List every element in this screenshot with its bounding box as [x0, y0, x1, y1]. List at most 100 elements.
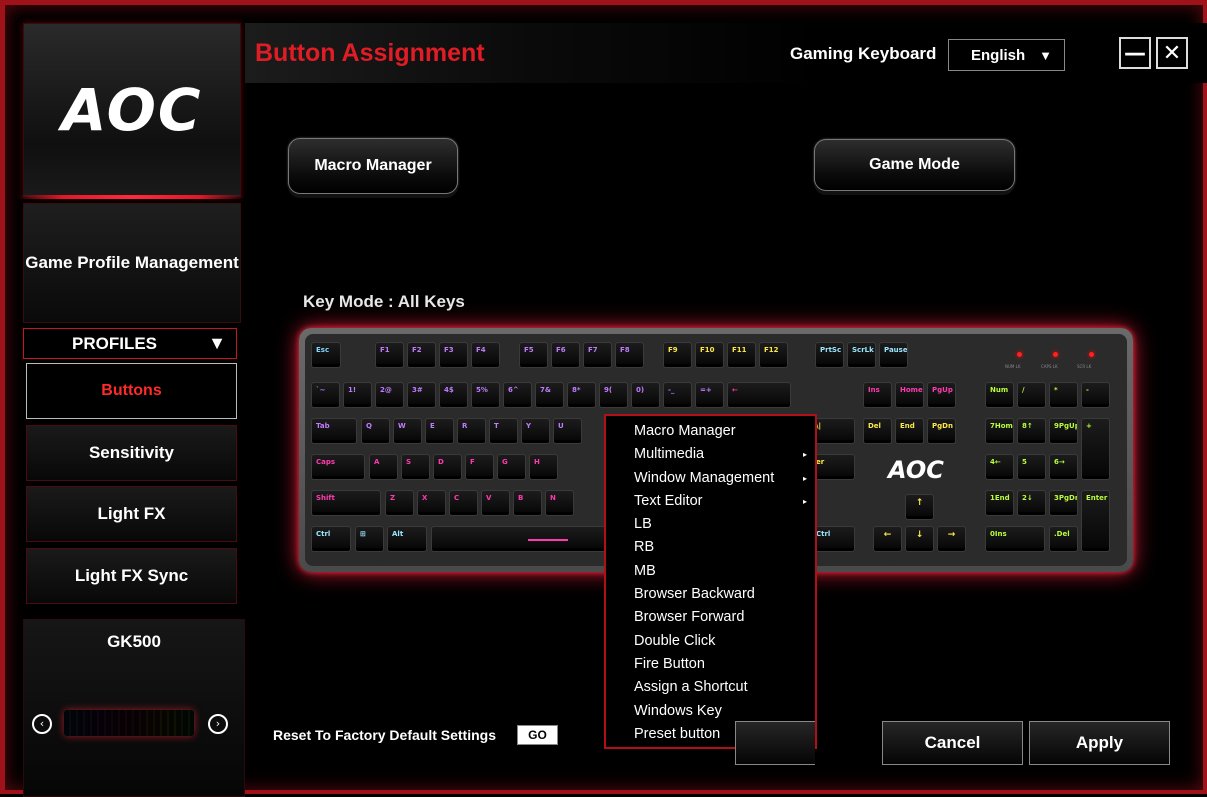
- keyboard-key[interactable]: .Del: [1049, 526, 1078, 552]
- menu-item[interactable]: MB: [606, 560, 815, 583]
- keyboard-key[interactable]: Enter: [1081, 490, 1110, 552]
- keyboard-key[interactable]: F8: [615, 342, 644, 368]
- keyboard-key[interactable]: 8↑: [1017, 418, 1046, 444]
- keyboard-key[interactable]: Ctrl: [311, 526, 351, 552]
- apply-button[interactable]: Apply: [1029, 721, 1170, 765]
- keyboard-key[interactable]: A: [369, 454, 398, 480]
- keyboard-key[interactable]: /: [1017, 382, 1046, 408]
- previous-device-icon[interactable]: ‹: [32, 714, 52, 734]
- arrow-left-key[interactable]: ←: [873, 526, 902, 552]
- keyboard-key[interactable]: End: [895, 418, 924, 444]
- keyboard-key[interactable]: H: [529, 454, 558, 480]
- arrow-down-key[interactable]: ↓: [905, 526, 934, 552]
- keyboard-key[interactable]: G: [497, 454, 526, 480]
- keyboard-key[interactable]: F: [465, 454, 494, 480]
- keyboard-key[interactable]: 7&: [535, 382, 564, 408]
- keyboard-key[interactable]: PrtSc: [815, 342, 844, 368]
- keyboard-key[interactable]: N: [545, 490, 574, 516]
- keyboard-key[interactable]: F10: [695, 342, 724, 368]
- menu-item[interactable]: Assign a Shortcut: [606, 676, 815, 699]
- keyboard-key[interactable]: Y: [521, 418, 550, 444]
- arrow-up-key[interactable]: ↑: [905, 494, 934, 520]
- keyboard-key[interactable]: Num: [985, 382, 1014, 408]
- keyboard-key[interactable]: 2@: [375, 382, 404, 408]
- keyboard-key[interactable]: Tab: [311, 418, 357, 444]
- menu-item[interactable]: Browser Backward: [606, 583, 815, 606]
- keyboard-key[interactable]: *: [1049, 382, 1078, 408]
- keyboard-key[interactable]: B: [513, 490, 542, 516]
- menu-item[interactable]: Macro Manager: [606, 420, 815, 443]
- keyboard-key[interactable]: `~: [311, 382, 340, 408]
- keyboard-key[interactable]: ←: [727, 382, 791, 408]
- keyboard-key[interactable]: U: [553, 418, 582, 444]
- menu-item[interactable]: RB: [606, 536, 815, 559]
- keyboard-key[interactable]: F2: [407, 342, 436, 368]
- macro-manager-button[interactable]: Macro Manager: [288, 138, 458, 194]
- menu-item[interactable]: LB: [606, 513, 815, 536]
- keyboard-key[interactable]: 0): [631, 382, 660, 408]
- keyboard-key[interactable]: 9PgUp: [1049, 418, 1078, 444]
- keyboard-key[interactable]: D: [433, 454, 462, 480]
- keyboard-key[interactable]: 0Ins: [985, 526, 1045, 552]
- close-button[interactable]: ✕: [1156, 37, 1188, 69]
- keyboard-key[interactable]: 3#: [407, 382, 436, 408]
- keyboard-key[interactable]: 4←: [985, 454, 1014, 480]
- keyboard-key[interactable]: 4$: [439, 382, 468, 408]
- nav-sensitivity[interactable]: Sensitivity: [26, 425, 237, 481]
- keyboard-key[interactable]: Pause: [879, 342, 908, 368]
- keyboard-key[interactable]: 7Home: [985, 418, 1014, 444]
- keyboard-key[interactable]: Del: [863, 418, 892, 444]
- keyboard-key[interactable]: S: [401, 454, 430, 480]
- keyboard-key[interactable]: PgDn: [927, 418, 956, 444]
- menu-item[interactable]: Fire Button: [606, 653, 815, 676]
- keyboard-key[interactable]: 1!: [343, 382, 372, 408]
- spacebar-key[interactable]: [431, 526, 607, 552]
- profiles-dropdown[interactable]: PROFILES ▼: [23, 328, 237, 359]
- keyboard-key[interactable]: W: [393, 418, 422, 444]
- keyboard-key[interactable]: -: [1081, 382, 1110, 408]
- keyboard-key[interactable]: ScrLk: [847, 342, 876, 368]
- nav-buttons[interactable]: Buttons: [26, 363, 237, 419]
- keyboard-key[interactable]: R: [457, 418, 486, 444]
- keyboard-key[interactable]: 5: [1017, 454, 1046, 480]
- keyboard-key[interactable]: Caps: [311, 454, 365, 480]
- keyboard-key[interactable]: V: [481, 490, 510, 516]
- keyboard-key[interactable]: Ins: [863, 382, 892, 408]
- keyboard-key[interactable]: Shift: [311, 490, 381, 516]
- hidden-footer-button[interactable]: [735, 721, 815, 765]
- keyboard-key[interactable]: 1End: [985, 490, 1014, 516]
- next-device-icon[interactable]: ›: [208, 714, 228, 734]
- keyboard-key[interactable]: Home: [895, 382, 924, 408]
- keyboard-key[interactable]: F12: [759, 342, 788, 368]
- arrow-right-key[interactable]: →: [937, 526, 966, 552]
- keyboard-key[interactable]: Esc: [311, 342, 341, 368]
- keyboard-key[interactable]: 2↓: [1017, 490, 1046, 516]
- keyboard-key[interactable]: 6→: [1049, 454, 1078, 480]
- keyboard-key[interactable]: Q: [361, 418, 390, 444]
- game-mode-button[interactable]: Game Mode: [814, 139, 1015, 191]
- keyboard-key[interactable]: F3: [439, 342, 468, 368]
- menu-item[interactable]: Windows Key: [606, 700, 815, 723]
- language-select[interactable]: English ▼: [948, 39, 1065, 71]
- menu-item[interactable]: Double Click: [606, 630, 815, 653]
- keyboard-key[interactable]: Z: [385, 490, 414, 516]
- keyboard-key[interactable]: F4: [471, 342, 500, 368]
- keyboard-key[interactable]: F11: [727, 342, 756, 368]
- game-profile-management-button[interactable]: Game Profile Management: [23, 203, 241, 323]
- keyboard-key[interactable]: =+: [695, 382, 724, 408]
- keyboard-key[interactable]: er: [811, 454, 855, 480]
- menu-item[interactable]: Browser Forward: [606, 606, 815, 629]
- keyboard-key[interactable]: 8*: [567, 382, 596, 408]
- keyboard-key[interactable]: Alt: [387, 526, 427, 552]
- keyboard-key[interactable]: F6: [551, 342, 580, 368]
- keyboard-key[interactable]: C: [449, 490, 478, 516]
- keyboard-key[interactable]: F7: [583, 342, 612, 368]
- menu-item[interactable]: Text Editor ▸: [606, 490, 815, 513]
- keyboard-key[interactable]: 5%: [471, 382, 500, 408]
- nav-light-fx[interactable]: Light FX: [26, 486, 237, 542]
- keyboard-key[interactable]: 6^: [503, 382, 532, 408]
- keyboard-key[interactable]: Ctrl: [811, 526, 855, 552]
- cancel-button[interactable]: Cancel: [882, 721, 1023, 765]
- keyboard-key[interactable]: 9(: [599, 382, 628, 408]
- keyboard-key[interactable]: T: [489, 418, 518, 444]
